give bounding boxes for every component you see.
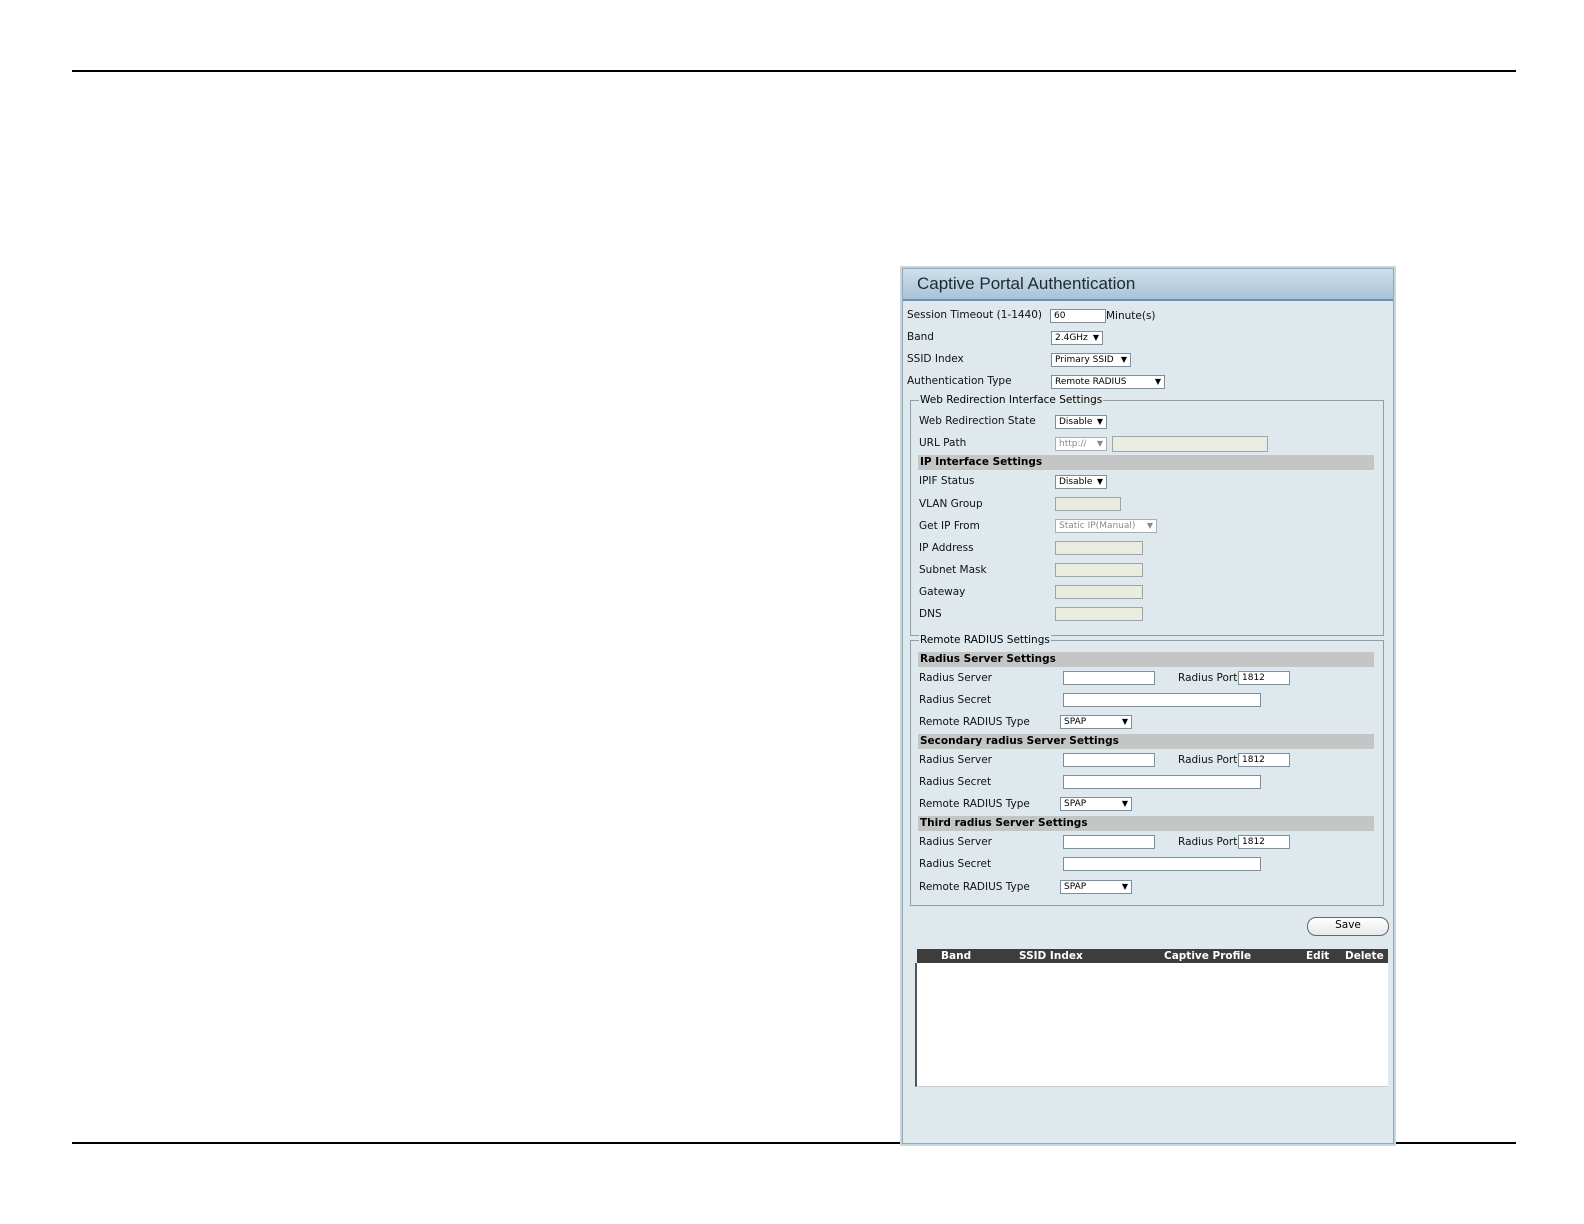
subnet-mask-input[interactable] xyxy=(1055,563,1143,577)
chevron-down-icon: ▼ xyxy=(1096,439,1103,448)
ssid-index-label: SSID Index xyxy=(907,353,964,365)
subnet-mask-label: Subnet Mask xyxy=(919,564,987,576)
ip-address-input[interactable] xyxy=(1055,541,1143,555)
ssid-index-value: Primary SSID xyxy=(1055,355,1114,365)
ip-address-label: IP Address xyxy=(919,542,974,554)
column-captive-profile: Captive Profile xyxy=(1164,950,1252,962)
third-radius-server-input[interactable] xyxy=(1063,835,1155,849)
url-scheme-value: http:// xyxy=(1059,439,1087,449)
column-delete: Delete xyxy=(1345,950,1384,962)
gateway-input[interactable] xyxy=(1055,585,1143,599)
secondary-radius-header: Secondary radius Server Settings xyxy=(918,734,1374,749)
radius-server-header: Radius Server Settings xyxy=(918,652,1374,667)
chevron-down-icon: ▼ xyxy=(1096,477,1103,486)
secondary-radius-server-label: Radius Server xyxy=(919,754,992,766)
third-radius-port-label: Radius Port xyxy=(1178,836,1238,848)
auth-type-select[interactable]: Remote RADIUS ▼ xyxy=(1051,375,1165,389)
ssid-index-select[interactable]: Primary SSID ▼ xyxy=(1051,353,1131,367)
chevron-down-icon: ▼ xyxy=(1121,799,1128,808)
third-radius-type-value: SPAP xyxy=(1064,882,1087,892)
web-redirection-fieldset: Web Redirection Interface Settings Web R… xyxy=(910,394,1384,636)
panel-title: Captive Portal Authentication xyxy=(903,269,1393,301)
radius-server-input[interactable] xyxy=(1063,671,1155,685)
radius-type-value: SPAP xyxy=(1064,717,1087,727)
secondary-radius-port-input[interactable]: 1812 xyxy=(1238,753,1290,767)
vlan-group-label: VLAN Group xyxy=(919,498,983,510)
chevron-down-icon: ▼ xyxy=(1092,333,1099,342)
top-rule xyxy=(72,70,1516,72)
column-ssid-index: SSID Index xyxy=(1019,950,1083,962)
ip-interface-header: IP Interface Settings xyxy=(918,455,1374,470)
dns-input[interactable] xyxy=(1055,607,1143,621)
session-timeout-unit: Minute(s) xyxy=(1106,310,1156,322)
web-redirection-legend: Web Redirection Interface Settings xyxy=(919,394,1104,406)
chevron-down-icon: ▼ xyxy=(1154,377,1161,386)
column-band: Band xyxy=(941,950,972,962)
third-radius-type-select[interactable]: SPAP ▼ xyxy=(1060,880,1132,894)
ipif-status-select[interactable]: Disable ▼ xyxy=(1055,475,1107,489)
auth-type-label: Authentication Type xyxy=(907,375,1012,387)
url-path-input[interactable] xyxy=(1112,436,1268,452)
get-ip-from-label: Get IP From xyxy=(919,520,980,532)
radius-type-label: Remote RADIUS Type xyxy=(919,716,1030,728)
web-redirection-state-value: Disable xyxy=(1059,417,1093,427)
secondary-radius-type-label: Remote RADIUS Type xyxy=(919,798,1030,810)
captive-portal-panel: Captive Portal Authentication Session Ti… xyxy=(902,268,1394,1144)
radius-server-label: Radius Server xyxy=(919,672,992,684)
third-radius-server-label: Radius Server xyxy=(919,836,992,848)
get-ip-from-value: Static IP(Manual) xyxy=(1059,521,1136,531)
remote-radius-legend: Remote RADIUS Settings xyxy=(919,634,1051,646)
save-button[interactable]: Save xyxy=(1307,917,1389,936)
secondary-radius-server-input[interactable] xyxy=(1063,753,1155,767)
session-timeout-input[interactable]: 60 xyxy=(1050,309,1106,323)
chevron-down-icon: ▼ xyxy=(1146,521,1153,530)
secondary-radius-port-label: Radius Port xyxy=(1178,754,1238,766)
ipif-status-label: IPIF Status xyxy=(919,475,975,487)
table-body xyxy=(915,963,1388,1087)
radius-port-input[interactable]: 1812 xyxy=(1238,671,1290,685)
third-radius-secret-label: Radius Secret xyxy=(919,858,992,870)
url-path-label: URL Path xyxy=(919,437,967,449)
dns-label: DNS xyxy=(919,608,942,620)
secondary-radius-secret-label: Radius Secret xyxy=(919,776,992,788)
chevron-down-icon: ▼ xyxy=(1096,417,1103,426)
radius-secret-input[interactable] xyxy=(1063,693,1261,707)
third-radius-secret-input[interactable] xyxy=(1063,857,1261,871)
ipif-status-value: Disable xyxy=(1059,477,1093,487)
third-radius-header: Third radius Server Settings xyxy=(918,816,1374,831)
secondary-radius-type-value: SPAP xyxy=(1064,799,1087,809)
third-radius-port-input[interactable]: 1812 xyxy=(1238,835,1290,849)
web-redirection-state-select[interactable]: Disable ▼ xyxy=(1055,415,1107,429)
session-timeout-label: Session Timeout (1-1440) xyxy=(907,309,1043,321)
band-select[interactable]: 2.4GHz ▼ xyxy=(1051,331,1103,345)
url-scheme-select[interactable]: http:// ▼ xyxy=(1055,437,1107,451)
radius-secret-label: Radius Secret xyxy=(919,694,992,706)
web-redirection-state-label: Web Redirection State xyxy=(919,415,1036,427)
secondary-radius-type-select[interactable]: SPAP ▼ xyxy=(1060,797,1132,811)
table-header: Band SSID Index Captive Profile Edit Del… xyxy=(917,949,1388,963)
radius-type-select[interactable]: SPAP ▼ xyxy=(1060,715,1132,729)
band-label: Band xyxy=(907,331,934,343)
column-edit: Edit xyxy=(1306,950,1330,962)
remote-radius-fieldset: Remote RADIUS Settings Radius Server Set… xyxy=(910,634,1384,906)
chevron-down-icon: ▼ xyxy=(1120,355,1127,364)
gateway-label: Gateway xyxy=(919,586,966,598)
get-ip-from-select[interactable]: Static IP(Manual) ▼ xyxy=(1055,519,1157,533)
band-select-value: 2.4GHz xyxy=(1055,333,1088,343)
vlan-group-input[interactable] xyxy=(1055,497,1121,511)
chevron-down-icon: ▼ xyxy=(1121,717,1128,726)
auth-type-value: Remote RADIUS xyxy=(1055,377,1127,387)
radius-port-label: Radius Port xyxy=(1178,672,1238,684)
secondary-radius-secret-input[interactable] xyxy=(1063,775,1261,789)
chevron-down-icon: ▼ xyxy=(1121,882,1128,891)
third-radius-type-label: Remote RADIUS Type xyxy=(919,881,1030,893)
